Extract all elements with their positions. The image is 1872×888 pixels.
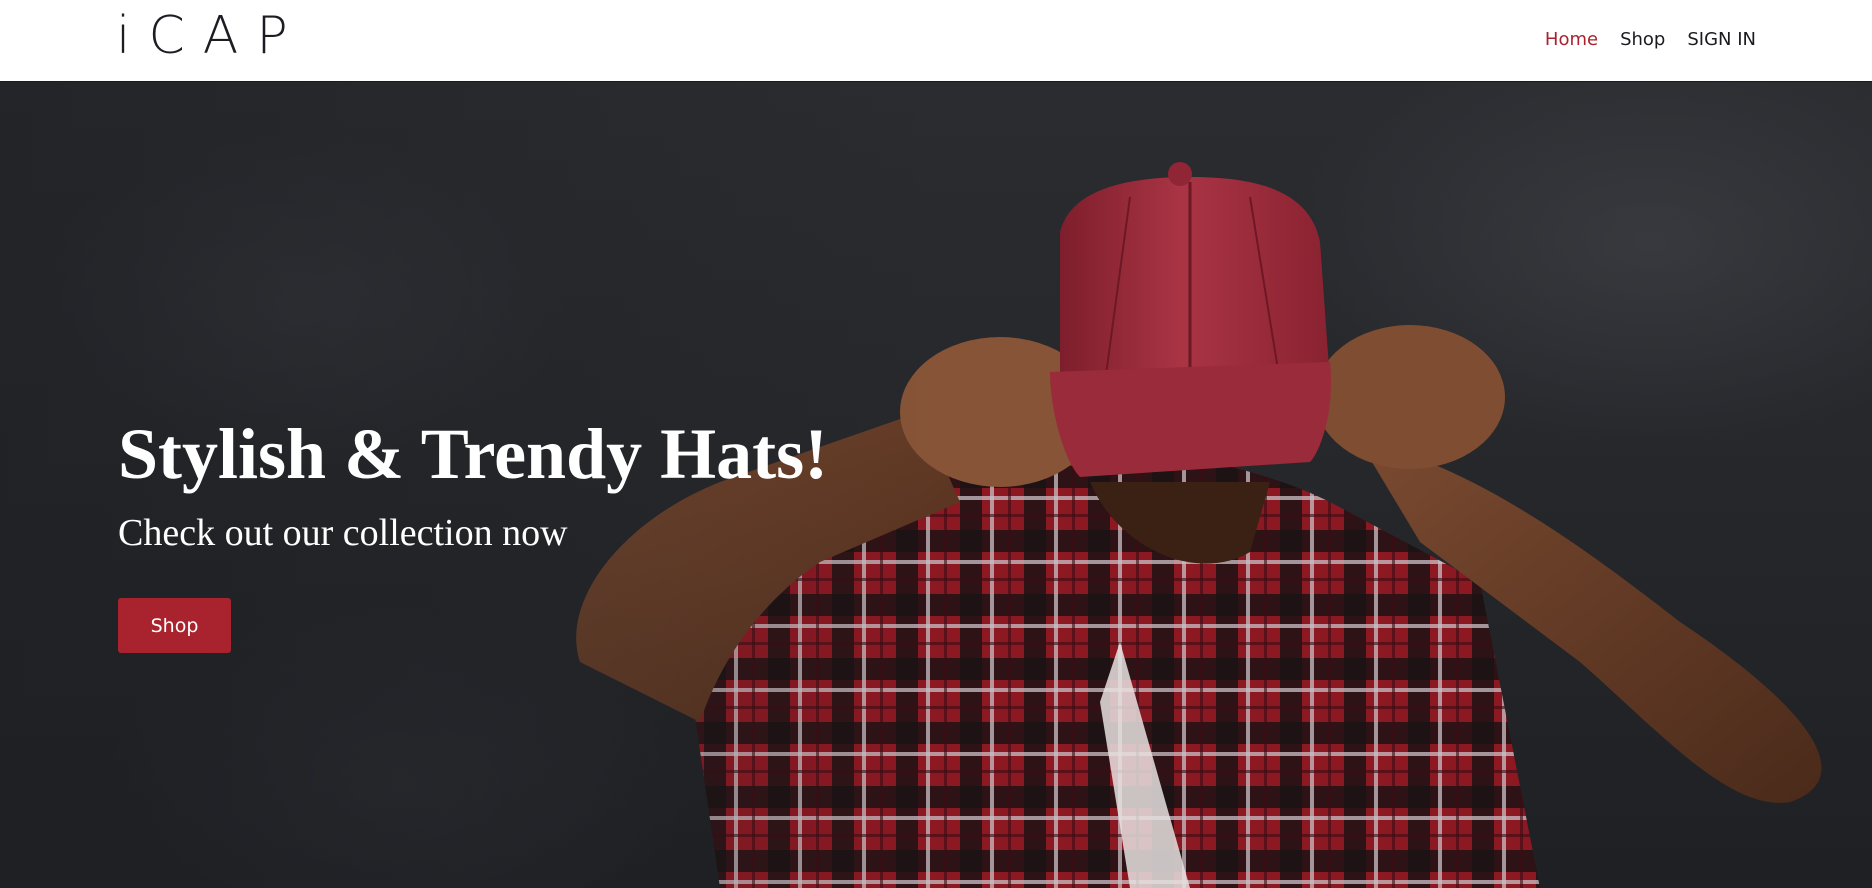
main-nav: Home Shop SIGN IN (1545, 24, 1756, 56)
brand-logo[interactable]: iCAP (116, 6, 306, 66)
hero-content: Stylish & Trendy Hats! Check out our col… (118, 412, 828, 653)
shop-button[interactable]: Shop (118, 598, 231, 653)
top-navbar: iCAP Home Shop SIGN IN (0, 0, 1872, 82)
hero-banner: Stylish & Trendy Hats! Check out our col… (0, 82, 1872, 888)
nav-link-sign-in[interactable]: SIGN IN (1687, 24, 1756, 56)
nav-link-home[interactable]: Home (1545, 24, 1598, 56)
nav-link-shop[interactable]: Shop (1620, 24, 1665, 56)
hero-subtitle: Check out our collection now (118, 512, 568, 554)
hero-title: Stylish & Trendy Hats! (118, 414, 829, 494)
